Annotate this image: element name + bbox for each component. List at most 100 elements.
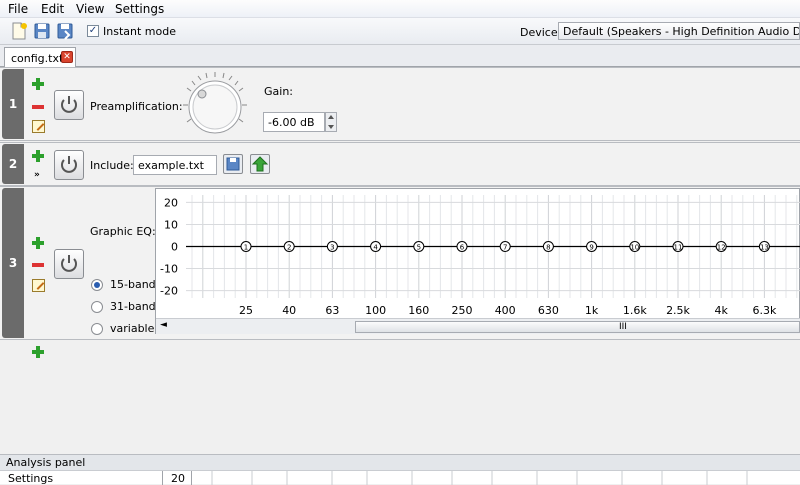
eq-x-tick-label: 6.3k [752,304,776,317]
power-icon [61,96,77,113]
device-label: Device: [520,26,562,39]
add-filter-icon[interactable] [32,346,44,358]
eq-x-tick-label: 2.5k [666,304,690,317]
eq-band-point-label: 11 [674,244,683,252]
analysis-grid [211,471,748,485]
eq-x-tick-label: 630 [538,304,559,317]
eq-x-tick-label: 250 [452,304,473,317]
eq-band-point-label: 3 [330,244,334,252]
add-filter-icon[interactable] [32,150,44,162]
save-icon [226,157,240,171]
eq-y-tick-label: 0 [171,241,178,254]
gain-knob[interactable] [180,70,250,140]
eq-x-tick-label: 40 [282,304,296,317]
analysis-settings-bar: Settings 20 [0,470,800,485]
eq-horizontal-scrollbar[interactable]: ◄ III [156,318,800,334]
eq-band-point-label: 2 [287,244,291,252]
band-15-label: 15-band [110,278,156,291]
add-filter-icon[interactable] [32,237,44,249]
eq-band-point-label: 1 [244,244,248,252]
eq-band-point-label: 7 [503,244,507,252]
eq-x-tick-label: 63 [325,304,339,317]
include-label: Include: [90,159,134,172]
scroll-grip: III [619,322,627,332]
close-icon[interactable]: ✕ [61,51,73,63]
menu-bar: File Edit View Settings [0,0,800,18]
power-toggle-button[interactable] [54,150,84,180]
band-31-radio[interactable] [91,301,103,313]
eq-plot[interactable]: 20100-10-2012524036341005160625074008630… [156,189,800,319]
scroll-left-icon[interactable]: ◄ [160,320,167,330]
edit-icon[interactable] [32,120,45,133]
edit-include-button[interactable] [250,154,270,174]
eq-x-tick-label: 1.6k [623,304,647,317]
spin-down-icon[interactable] [328,125,334,129]
eq-band-point-label: 8 [546,244,550,252]
eq-x-tick-label: 100 [365,304,386,317]
eq-x-tick-label: 160 [408,304,429,317]
eq-band-point-label: 13 [760,244,769,252]
tab-strip: config.txt ✕ [0,45,800,68]
edit-icon[interactable] [32,279,45,292]
scroll-thumb[interactable]: III [355,321,800,333]
expand-chevron-icon[interactable]: » [34,170,40,180]
menu-edit[interactable]: Edit [41,2,64,16]
band-31-label: 31-band [110,300,156,313]
instant-mode-label: Instant mode [103,25,176,38]
preamp-label: Preamplification: [90,100,183,113]
filter-row-2: 2 » Include: example.txt [0,142,800,186]
analysis-axis-value: 20 [171,472,185,485]
include-value: example.txt [138,159,204,172]
power-icon [61,255,77,272]
eq-band-point-label: 4 [373,244,378,252]
up-arrow-icon [251,156,269,172]
menu-file[interactable]: File [8,2,28,16]
eq-y-tick-label: -10 [160,263,178,276]
eq-x-tick-label: 1k [585,304,599,317]
eq-band-point-label: 5 [417,244,421,252]
eq-band-point-label: 12 [717,244,726,252]
power-icon [61,156,77,173]
menu-view[interactable]: View [76,2,104,16]
tab-config[interactable]: config.txt ✕ [4,47,76,68]
power-toggle-button[interactable] [54,249,84,279]
row-number-2: 2 [2,144,24,184]
remove-filter-icon[interactable] [32,105,44,109]
band-variable-label: variable [110,322,155,335]
filter-row-1: 1 Preamplification: Gain: -6.00 dB [0,67,800,141]
row-number-1: 1 [2,69,24,139]
gain-input[interactable]: -6.00 dB [263,112,325,132]
include-input[interactable]: example.txt [133,155,217,175]
eq-x-tick-label: 25 [239,304,253,317]
menu-settings[interactable]: Settings [115,2,164,16]
graphic-eq-chart[interactable]: 20 10 0 -10 -20 1 25 2 40 3 63 4 100 5 160 6 250 7 400 8 630… [155,188,800,334]
analysis-settings-label: Settings [8,472,54,485]
graphic-eq-label: Graphic EQ: [90,225,156,238]
save-icon[interactable] [33,22,51,40]
add-filter-icon[interactable] [32,78,44,90]
device-select-value: Default (Speakers - High Definition Audi… [563,25,799,38]
band-15-radio[interactable] [91,279,103,291]
save-as-icon[interactable] [56,22,74,40]
gain-label: Gain: [264,85,293,98]
device-select[interactable]: Default (Speakers - High Definition Audi… [558,22,800,40]
band-variable-radio[interactable] [91,323,103,335]
remove-filter-icon[interactable] [32,263,44,267]
gain-spinner[interactable] [325,112,337,132]
instant-mode-checkbox[interactable]: ✓ [87,25,99,37]
eq-y-tick-label: 20 [164,196,178,209]
power-toggle-button[interactable] [54,90,84,120]
toolbar: ✓ Instant mode Device: Default (Speakers… [0,18,800,45]
tab-label: config.txt [11,52,64,65]
eq-y-tick-label: 10 [164,218,178,231]
eq-y-tick-label: -20 [160,285,178,298]
open-file-button[interactable] [223,154,243,174]
new-file-icon[interactable] [10,22,28,40]
analysis-panel-title: Analysis panel [6,456,86,469]
analysis-panel-header: Analysis panel [0,454,800,470]
row-number-3: 3 [2,188,24,338]
eq-band-point-label: 10 [630,244,639,252]
eq-band-point-label: 6 [460,244,465,252]
spin-up-icon[interactable] [328,115,334,119]
eq-x-tick-label: 400 [495,304,516,317]
